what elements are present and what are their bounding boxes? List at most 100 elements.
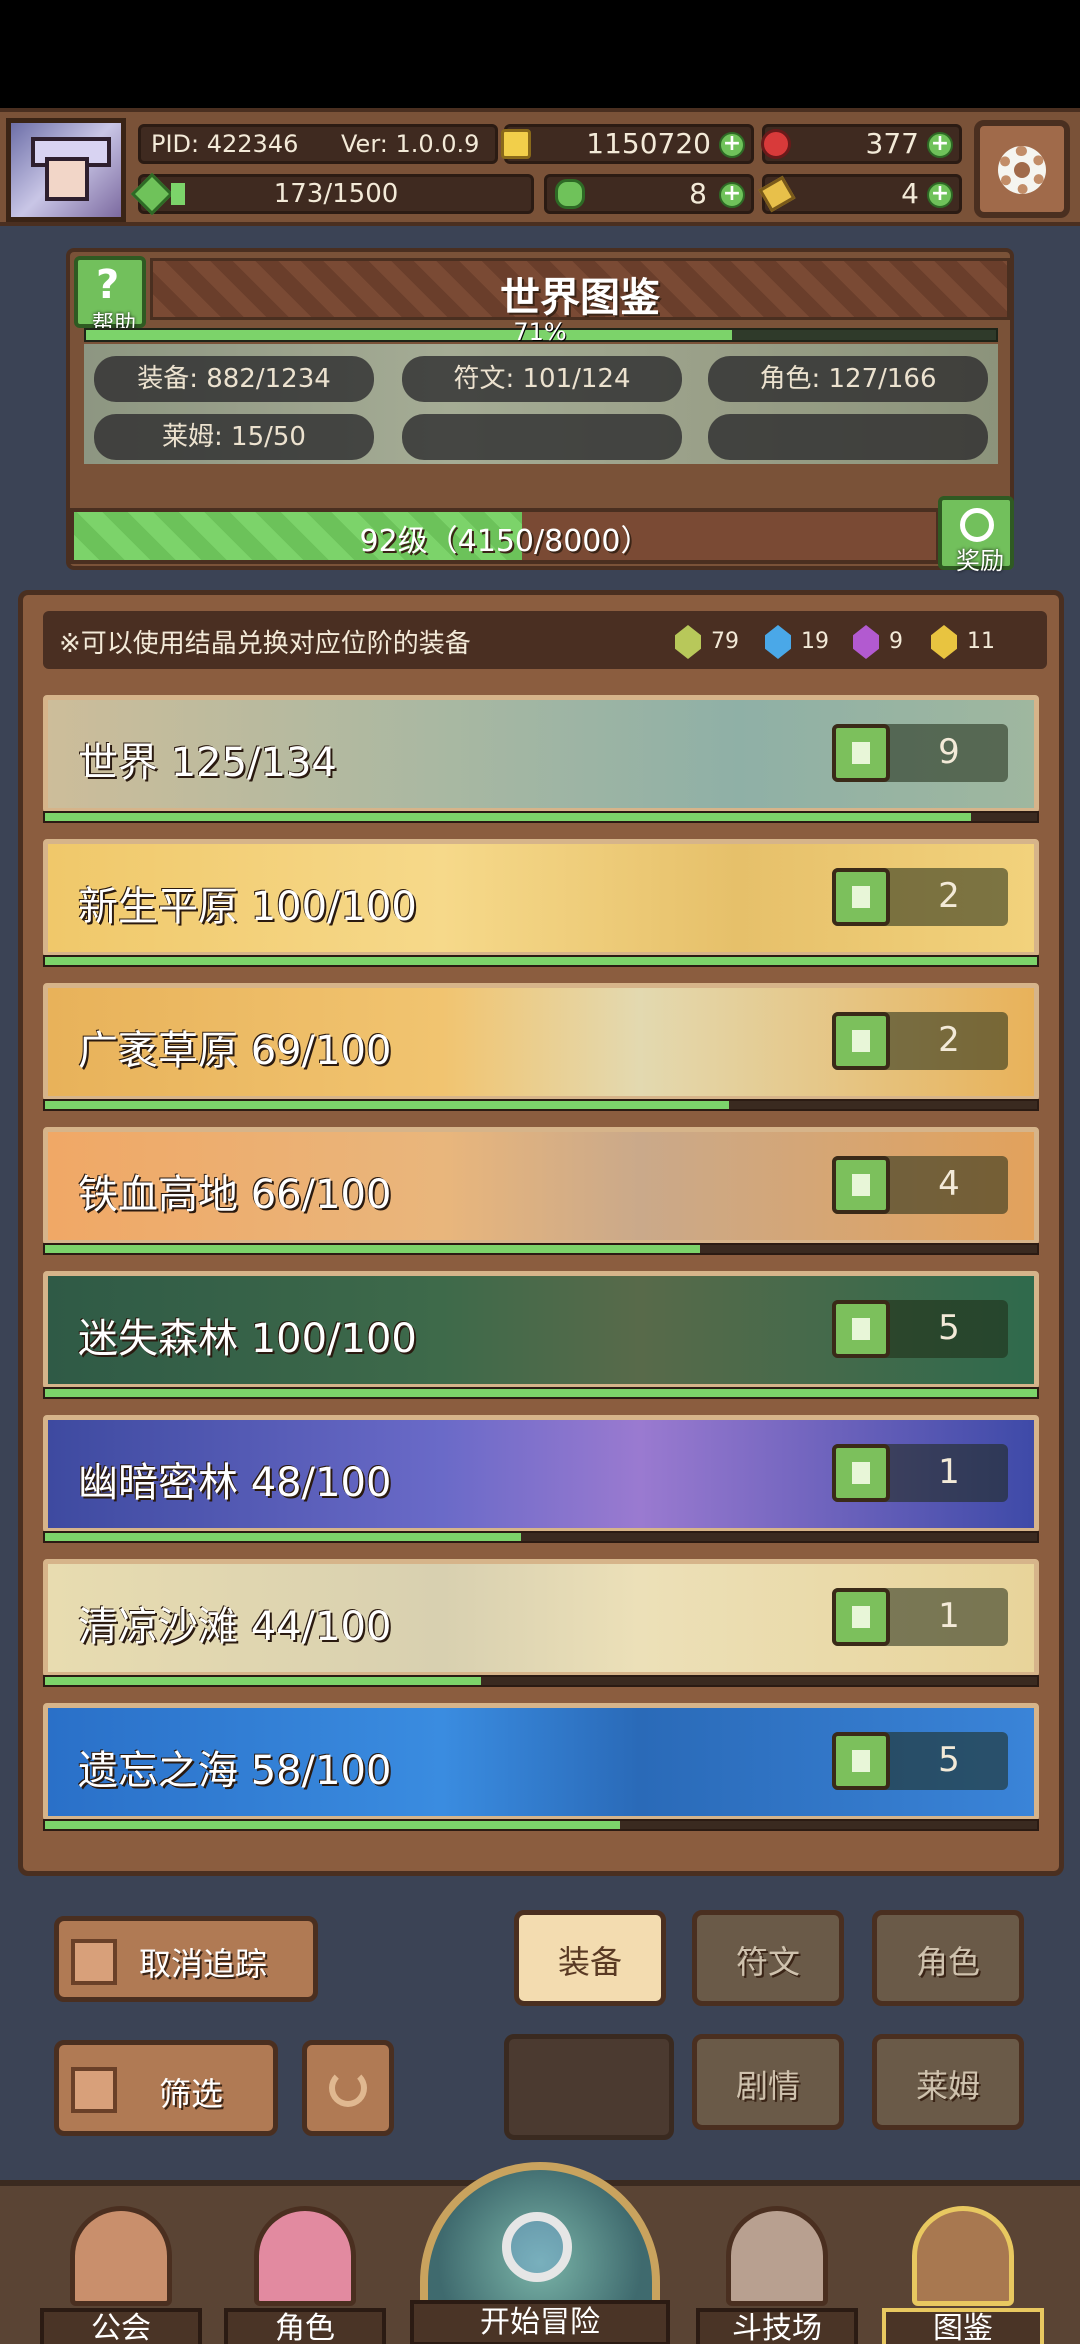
player-avatar[interactable]: [6, 118, 126, 222]
region-like-counter[interactable]: 1: [832, 1444, 1008, 1502]
region-row[interactable]: 新生平原 100/100 2: [43, 839, 1043, 967]
character-icon: [254, 2206, 356, 2306]
crystal-count-3: 11: [931, 625, 995, 659]
collection-level-bar: 92级（4150/8000）: [70, 508, 940, 564]
tab-equipment-label: 装备: [557, 1943, 622, 1981]
tab-runes[interactable]: 符文: [692, 1910, 844, 2006]
region-progress-fill: [45, 1677, 482, 1685]
region-card[interactable]: 遗忘之海 58/100 5: [43, 1703, 1039, 1821]
thumbs-up-icon[interactable]: [832, 1732, 890, 1790]
nav-arena-label: 斗技场: [696, 2308, 858, 2344]
region-progress-fill: [45, 813, 971, 821]
filter-label: 筛选: [159, 2075, 224, 2113]
region-card[interactable]: 迷失森林 100/100 5: [43, 1271, 1039, 1389]
thumbs-up-icon[interactable]: [832, 1444, 890, 1502]
bottom-nav: 公会 角色 开始冒险 斗技场 图鉴: [0, 2162, 1080, 2344]
nav-start-adventure-label: 开始冒险: [410, 2300, 670, 2344]
nav-codex[interactable]: 图鉴: [882, 2200, 1044, 2344]
region-progress-bar: [43, 1531, 1039, 1543]
tab-slimes[interactable]: 莱姆: [872, 2034, 1024, 2130]
nav-character-label: 角色: [224, 2308, 386, 2344]
region-like-counter[interactable]: 1: [832, 1588, 1008, 1646]
region-card[interactable]: 幽暗密林 48/100 1: [43, 1415, 1039, 1533]
region-like-counter[interactable]: 4: [832, 1156, 1008, 1214]
thumbs-up-icon[interactable]: [832, 868, 890, 926]
region-row[interactable]: 迷失森林 100/100 5: [43, 1271, 1043, 1399]
region-name: 新生平原 100/100: [78, 884, 417, 930]
region-like-counter[interactable]: 9: [832, 724, 1008, 782]
region-card[interactable]: 广袤草原 69/100 2: [43, 983, 1039, 1101]
clover-icon: [555, 179, 585, 209]
crystal-count-text: 11: [967, 629, 995, 654]
region-card[interactable]: 新生平原 100/100 2: [43, 839, 1039, 957]
stat-empty-1: [402, 414, 682, 460]
clover-amount: 8: [689, 177, 707, 210]
world-summary-panel: 世界图鉴 ? 帮助 71% 装备: 882/1234 符文: 101/124 角…: [66, 248, 1014, 575]
region-progress-bar: [43, 1387, 1039, 1399]
region-card[interactable]: 世界 125/134 9: [43, 695, 1039, 813]
untrack-button[interactable]: 取消追踪: [54, 1916, 318, 2002]
thumbs-up-icon[interactable]: [832, 1156, 890, 1214]
region-like-counter[interactable]: 5: [832, 1300, 1008, 1358]
region-progress-bar: [43, 1675, 1039, 1687]
region-row[interactable]: 世界 125/134 9: [43, 695, 1043, 823]
region-like-count: 9: [938, 732, 960, 772]
region-row[interactable]: 铁血高地 66/100 4: [43, 1127, 1043, 1255]
region-progress-bar: [43, 955, 1039, 967]
reward-button[interactable]: 奖励: [938, 496, 1014, 575]
region-row[interactable]: 幽暗密林 48/100 1: [43, 1415, 1043, 1543]
region-progress-bar: [43, 1243, 1039, 1255]
region-like-count: 1: [938, 1452, 960, 1492]
status-area: [0, 0, 1080, 108]
add-key-icon[interactable]: +: [927, 182, 953, 208]
crystal-count-0: 79: [675, 625, 739, 659]
exp-text: 173/1500: [273, 179, 399, 209]
region-name: 世界 125/134: [78, 740, 337, 786]
tab-equipment[interactable]: 装备: [514, 1910, 666, 2006]
filter-button[interactable]: 筛选: [54, 2040, 278, 2136]
region-row[interactable]: 遗忘之海 58/100 5: [43, 1703, 1043, 1831]
region-name: 迷失森林 100/100: [78, 1316, 417, 1362]
crystal-gem-icon: [853, 625, 879, 659]
region-row[interactable]: 广袤草原 69/100 2: [43, 983, 1043, 1111]
region-list-panel: ※可以使用结晶兑换对应位阶的装备 79 19 9 11 世界 125/134 9 新生平原…: [18, 590, 1064, 1876]
clover-pill[interactable]: 8 +: [544, 174, 754, 214]
key-pill[interactable]: 4 +: [758, 174, 962, 214]
thumbs-up-icon[interactable]: [832, 1300, 890, 1358]
gold-pill[interactable]: 1150720 +: [501, 124, 754, 164]
tab-story[interactable]: 剧情: [692, 2034, 844, 2130]
region-row[interactable]: 清凉沙滩 44/100 1: [43, 1559, 1043, 1687]
region-like-counter[interactable]: 2: [832, 868, 1008, 926]
region-like-count: 4: [938, 1164, 960, 1204]
nav-character[interactable]: 角色: [224, 2200, 386, 2344]
region-card[interactable]: 清凉沙滩 44/100 1: [43, 1559, 1039, 1677]
nav-arena[interactable]: 斗技场: [696, 2200, 858, 2344]
region-like-count: 2: [938, 1020, 960, 1060]
refresh-icon: [329, 2069, 367, 2107]
crystal-count-2: 9: [853, 625, 903, 659]
player-info-panel: PID: 422346 Ver: 1.0.0.9 1150720 + 377 +…: [130, 118, 964, 222]
add-gems-icon[interactable]: +: [927, 132, 953, 158]
add-gold-icon[interactable]: +: [719, 132, 745, 158]
region-progress-fill: [45, 1245, 700, 1253]
gems-pill[interactable]: 377 +: [761, 124, 962, 164]
region-like-count: 5: [938, 1740, 960, 1780]
add-clover-icon[interactable]: +: [719, 182, 745, 208]
settings-button[interactable]: [974, 120, 1070, 218]
region-progress-fill: [45, 1533, 522, 1541]
region-card[interactable]: 铁血高地 66/100 4: [43, 1127, 1039, 1245]
thumbs-up-icon[interactable]: [832, 1588, 890, 1646]
reset-button[interactable]: [302, 2040, 394, 2136]
region-like-counter[interactable]: 2: [832, 1012, 1008, 1070]
region-like-counter[interactable]: 5: [832, 1732, 1008, 1790]
tab-characters[interactable]: 角色: [872, 1910, 1024, 2006]
region-list[interactable]: 世界 125/134 9 新生平原 100/100 2 广袤草原 69/100 2 铁血高地…: [43, 695, 1043, 1855]
nav-start-adventure[interactable]: 开始冒险: [410, 2162, 670, 2344]
tab-story-label: 剧情: [735, 2067, 800, 2105]
region-name: 遗忘之海 58/100: [78, 1748, 392, 1794]
thumbs-up-icon[interactable]: [832, 1012, 890, 1070]
region-name: 清凉沙滩 44/100: [78, 1604, 392, 1650]
avatar-face: [45, 157, 89, 201]
thumbs-up-icon[interactable]: [832, 724, 890, 782]
nav-guild[interactable]: 公会: [40, 2200, 202, 2344]
